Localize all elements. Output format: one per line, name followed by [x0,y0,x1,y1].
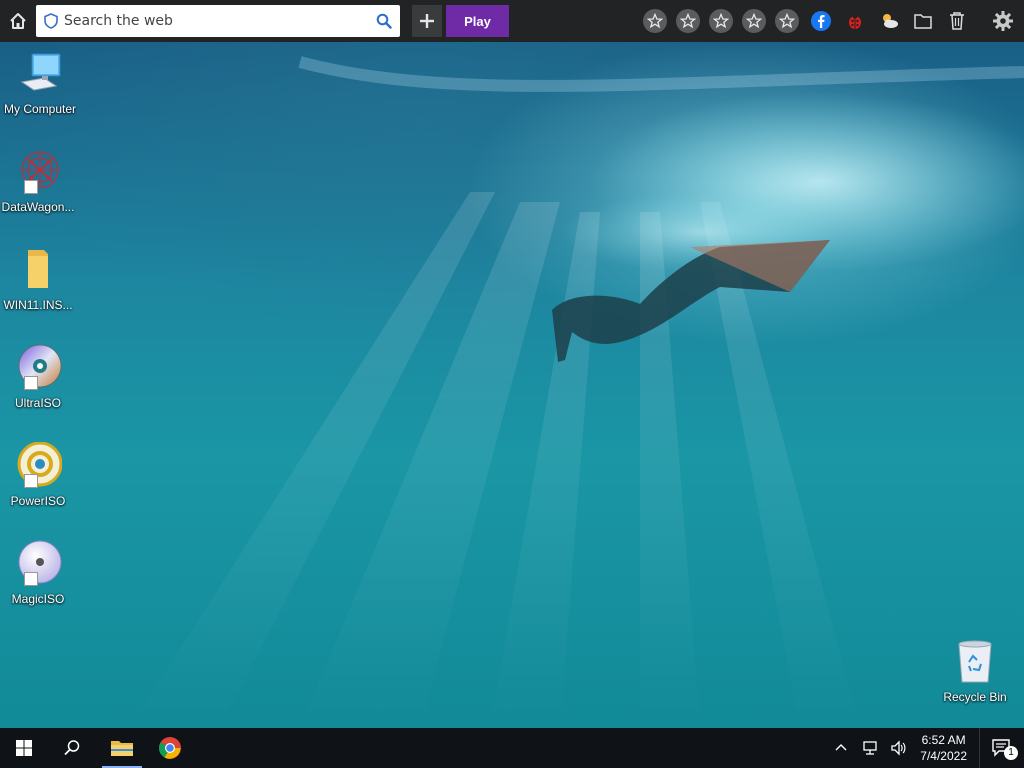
icon-label: MagicISO [11,592,65,606]
search-input[interactable] [58,7,376,35]
desktop-icon-ultraiso[interactable]: UltraISO [0,344,78,410]
chevron-up-icon [835,744,847,751]
computer-icon [20,53,61,91]
favorite-star-1[interactable] [643,9,667,33]
file-explorer-icon [111,741,133,756]
clock[interactable]: 6:52 AM 7/4/2022 [920,732,967,764]
weather-icon [883,14,898,28]
favorite-star-4[interactable] [742,9,766,33]
windows-icon [16,740,32,756]
taskbar-file-explorer[interactable] [98,728,146,768]
play-button[interactable]: Play [446,5,509,37]
network-icon [863,741,877,755]
clock-date: 7/4/2022 [920,749,967,763]
toolbar-right-icons [643,0,1024,42]
ladybug-icon [849,13,861,29]
taskbar-search-button[interactable] [48,728,96,768]
folder-icon [28,250,48,288]
icon-label: DataWagon... [1,200,75,214]
desktop-icon-my-computer[interactable]: My Computer [0,50,80,116]
star-icon [647,13,663,29]
star-icon [713,13,729,29]
network-button[interactable] [858,735,884,761]
trash-button[interactable] [944,8,970,34]
weather-button[interactable] [876,8,902,34]
folder-icon [914,14,932,29]
volume-icon [891,740,906,756]
trash-icon [950,12,964,30]
facebook-icon [811,11,831,31]
desktop-icon-win11-folder[interactable]: WIN11.INS... [0,246,78,312]
star-icon [680,13,696,29]
desktop-icon-datawagon[interactable]: DataWagon... [0,148,78,214]
search-icon [64,740,80,756]
start-button[interactable] [0,728,48,768]
home-icon [10,13,26,29]
shortcut-arrow-icon [24,376,38,390]
shortcut-arrow-icon [24,572,38,586]
clock-time: 6:52 AM [921,733,966,747]
icon-label: Recycle Bin [943,690,1007,704]
icon-label: WIN11.INS... [3,298,73,312]
action-center-button[interactable]: 1 [979,728,1024,768]
shield-icon [44,13,58,29]
star-icon [779,13,795,29]
shortcut-arrow-icon [24,474,38,488]
shortcut-arrow-icon [24,180,38,194]
system-tray: 6:52 AM 7/4/2022 1 [828,728,1024,768]
icon-label: My Computer [3,102,77,116]
wallpaper [130,56,1024,728]
disc-icon [17,442,62,487]
browser-toolbar: Play [0,0,1024,42]
desktop-icon-recycle-bin[interactable]: Recycle Bin [935,638,1015,704]
desktop-icon-poweriso[interactable]: PowerISO [0,442,78,508]
chrome-icon [159,737,181,759]
desktop-icon-magiciso[interactable]: MagicISO [0,540,78,606]
gear-icon [993,11,1013,31]
plus-icon [420,14,434,28]
taskbar: 6:52 AM 7/4/2022 1 [0,728,1024,768]
facebook-button[interactable] [808,8,834,34]
icon-label: UltraISO [14,396,61,410]
disc-icon [18,344,62,388]
volume-button[interactable] [886,735,912,761]
show-hidden-icons-button[interactable] [828,735,854,761]
ladybug-button[interactable] [842,8,868,34]
notification-badge: 1 [1004,746,1018,760]
taskbar-chrome[interactable] [146,728,194,768]
add-button[interactable] [412,5,442,37]
folder-button[interactable] [910,8,936,34]
favorite-star-3[interactable] [709,9,733,33]
settings-button[interactable] [990,8,1016,34]
favorite-star-5[interactable] [775,9,799,33]
icon-label: PowerISO [10,494,66,508]
datawagon-icon [21,151,59,189]
search-box [36,5,400,37]
disc-icon [18,540,62,584]
desktop[interactable]: My Computer DataWagon... WIN11.INS... Ul… [0,42,1024,728]
favorite-star-2[interactable] [676,9,700,33]
star-icon [746,13,762,29]
home-button[interactable] [0,0,36,42]
search-icon[interactable] [376,13,392,29]
recycle-bin-icon [958,640,992,683]
